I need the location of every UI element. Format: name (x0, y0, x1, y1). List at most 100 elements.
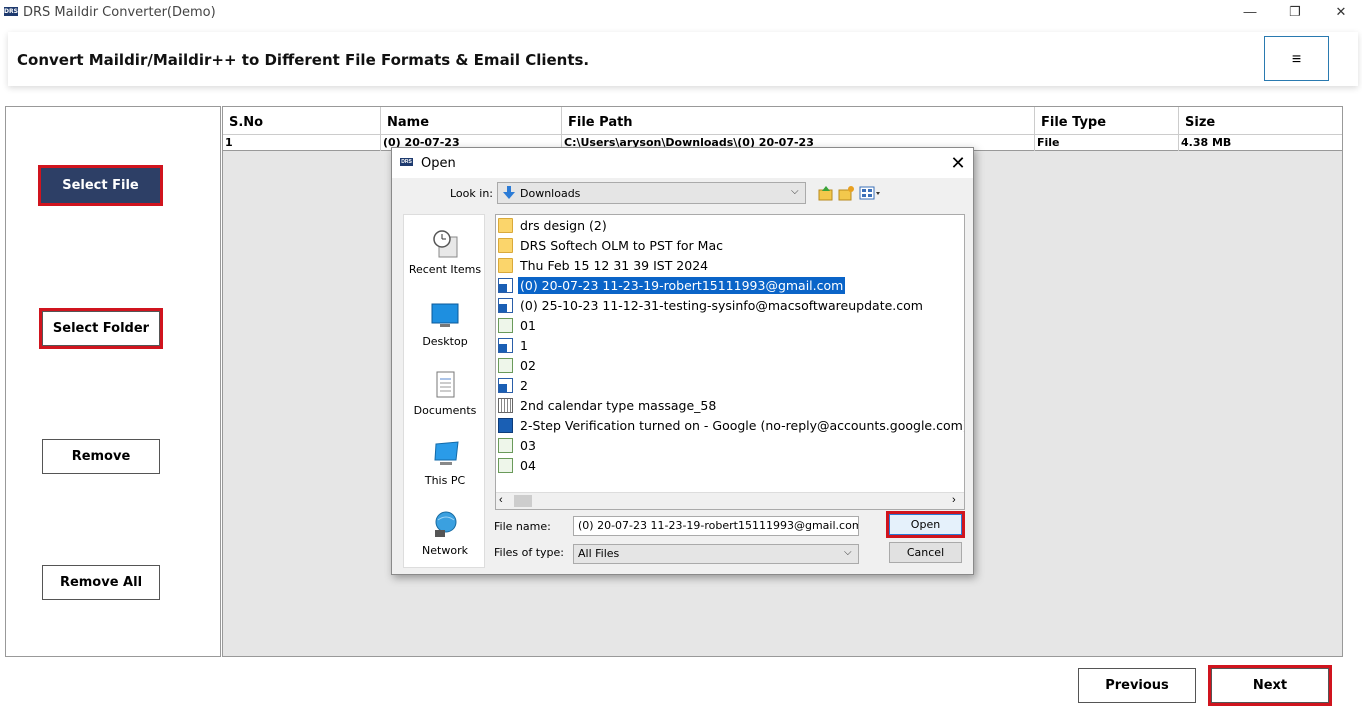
file-name-text: DRS Softech OLM to PST for Mac (520, 237, 723, 253)
folder-icon (498, 217, 513, 233)
chevron-down-icon: ⌵ (844, 547, 852, 558)
table-header: S.No Name File Path File Type Size (223, 107, 1342, 135)
look-in-value: Downloads (520, 187, 581, 200)
app-logo-icon: DRS (4, 7, 18, 16)
scrollbar-thumb[interactable] (514, 495, 532, 507)
list-item[interactable]: (0) 25-10-23 11-12-31-testing-sysinfo@ma… (496, 295, 964, 315)
select-folder-button[interactable]: Select Folder (39, 308, 163, 349)
dialog-close-button[interactable]: ✕ (947, 152, 969, 174)
file-name-text: 01 (520, 317, 536, 333)
file-name-text: 2-Step Verification turned on - Google (… (520, 417, 965, 433)
pst-icon (498, 297, 513, 313)
file-name-text: 03 (520, 437, 536, 453)
file-name-text: Thu Feb 15 12 31 39 IST 2024 (520, 257, 709, 273)
recent-items-icon (433, 230, 458, 258)
hamburger-menu-button[interactable]: ≡ (1264, 36, 1329, 81)
pst-icon (498, 337, 513, 353)
previous-button[interactable]: Previous (1078, 668, 1196, 703)
calendar-icon (498, 397, 513, 413)
scroll-right-icon[interactable]: › (952, 494, 956, 506)
network-icon (435, 511, 457, 537)
list-item[interactable]: 02 (496, 355, 964, 375)
file-name-input[interactable]: (0) 20-07-23 11-23-19-robert15111993@gma… (573, 516, 859, 536)
file-name-text: 2nd calendar type massage_58 (520, 397, 717, 413)
place-desktop[interactable]: Desktop (404, 301, 486, 348)
pst-icon (498, 377, 513, 393)
title-bar: DRS DRS Maildir Converter(Demo) — ❐ ✕ (0, 0, 1362, 26)
list-item-selected[interactable]: (0) 20-07-23 11-23-19-robert15111993@gma… (496, 275, 964, 295)
olm-icon (498, 457, 513, 473)
folder-icon (498, 237, 513, 253)
file-name-text: 02 (520, 357, 536, 373)
list-item[interactable]: 2 (496, 375, 964, 395)
list-item[interactable]: 04 (496, 455, 964, 475)
look-in-label: Look in: (450, 187, 493, 200)
place-label: Documents (413, 404, 477, 417)
list-item[interactable]: 2nd calendar type massage_58 (496, 395, 964, 415)
place-label: Network (422, 544, 468, 557)
list-item[interactable]: 1 (496, 335, 964, 355)
view-menu-icon[interactable] (859, 185, 881, 201)
dialog-title: Open (421, 156, 456, 171)
documents-icon (436, 371, 455, 398)
file-type-value: All Files (578, 547, 620, 560)
app-title: DRS Maildir Converter(Demo) (23, 5, 216, 20)
list-item[interactable]: DRS Softech OLM to PST for Mac (496, 235, 964, 255)
column-header-name: Name (381, 107, 562, 135)
file-name-label: File name: (494, 520, 551, 533)
restore-button[interactable]: ❐ (1283, 2, 1307, 22)
list-item[interactable]: Thu Feb 15 12 31 39 IST 2024 (496, 255, 964, 275)
olm-icon (498, 437, 513, 453)
chevron-down-icon: ⌵ (791, 186, 799, 197)
file-name-text: 04 (520, 457, 536, 473)
column-header-file-path: File Path (562, 107, 1035, 135)
window-close-button[interactable]: ✕ (1329, 2, 1353, 22)
horizontal-scrollbar[interactable]: ‹ › (496, 492, 964, 509)
file-name-text: drs design (2) (520, 217, 607, 233)
file-name-text: (0) 20-07-23 11-23-19-robert15111993@gma… (516, 275, 847, 295)
dialog-title-bar: DRS Open ✕ (392, 148, 973, 178)
place-this-pc[interactable]: This PC (404, 440, 486, 487)
left-action-panel: Select File Select Folder Remove Remove … (5, 106, 221, 657)
file-name-text: (0) 25-10-23 11-12-31-testing-sysinfo@ma… (520, 297, 923, 313)
cancel-button[interactable]: Cancel (889, 542, 962, 563)
scroll-left-icon[interactable]: ‹ (499, 494, 503, 506)
place-documents[interactable]: Documents (404, 370, 486, 417)
remove-button[interactable]: Remove (42, 439, 160, 474)
header-bar: Convert Maildir/Maildir++ to Different F… (8, 32, 1358, 86)
list-item[interactable]: 03 (496, 435, 964, 455)
file-type-label: Files of type: (494, 546, 565, 559)
next-button[interactable]: Next (1208, 665, 1332, 706)
up-folder-icon[interactable] (818, 185, 834, 201)
select-file-button[interactable]: Select File (38, 165, 163, 206)
place-network[interactable]: Network (404, 510, 486, 557)
remove-all-button[interactable]: Remove All (42, 565, 160, 600)
place-label: Recent Items (408, 263, 482, 276)
folder-icon (498, 257, 513, 273)
file-name-text: 2 (520, 377, 528, 393)
open-file-dialog: DRS Open ✕ Look in: Downloads ⌵ Recent I… (391, 147, 974, 575)
file-type-dropdown[interactable]: All Files ⌵ (573, 544, 859, 564)
cell-sno: 1 (223, 135, 381, 151)
place-recent-items[interactable]: Recent Items (404, 229, 486, 276)
this-pc-icon (434, 441, 459, 465)
list-item[interactable]: drs design (2) (496, 215, 964, 235)
place-label: Desktop (422, 335, 468, 348)
dialog-app-icon: DRS (400, 158, 413, 166)
cell-file-type: File (1035, 135, 1179, 151)
list-item[interactable]: 01 (496, 315, 964, 335)
look-in-dropdown[interactable]: Downloads ⌵ (497, 182, 806, 204)
close-icon: ✕ (950, 153, 966, 173)
file-list: drs design (2) DRS Softech OLM to PST fo… (495, 214, 965, 510)
new-folder-icon[interactable] (838, 185, 854, 201)
pst-icon (498, 277, 513, 293)
open-button[interactable]: Open (886, 511, 965, 538)
column-header-size: Size (1185, 115, 1216, 130)
file-name-text: 1 (520, 337, 528, 353)
hamburger-menu-icon: ≡ (1291, 51, 1302, 68)
minimize-button[interactable]: — (1238, 2, 1262, 22)
places-bar: Recent Items Desktop Documents This PC N… (403, 214, 485, 568)
download-arrow-icon (503, 186, 515, 199)
list-item[interactable]: 2-Step Verification turned on - Google (… (496, 415, 965, 435)
page-title: Convert Maildir/Maildir++ to Different F… (17, 51, 590, 69)
